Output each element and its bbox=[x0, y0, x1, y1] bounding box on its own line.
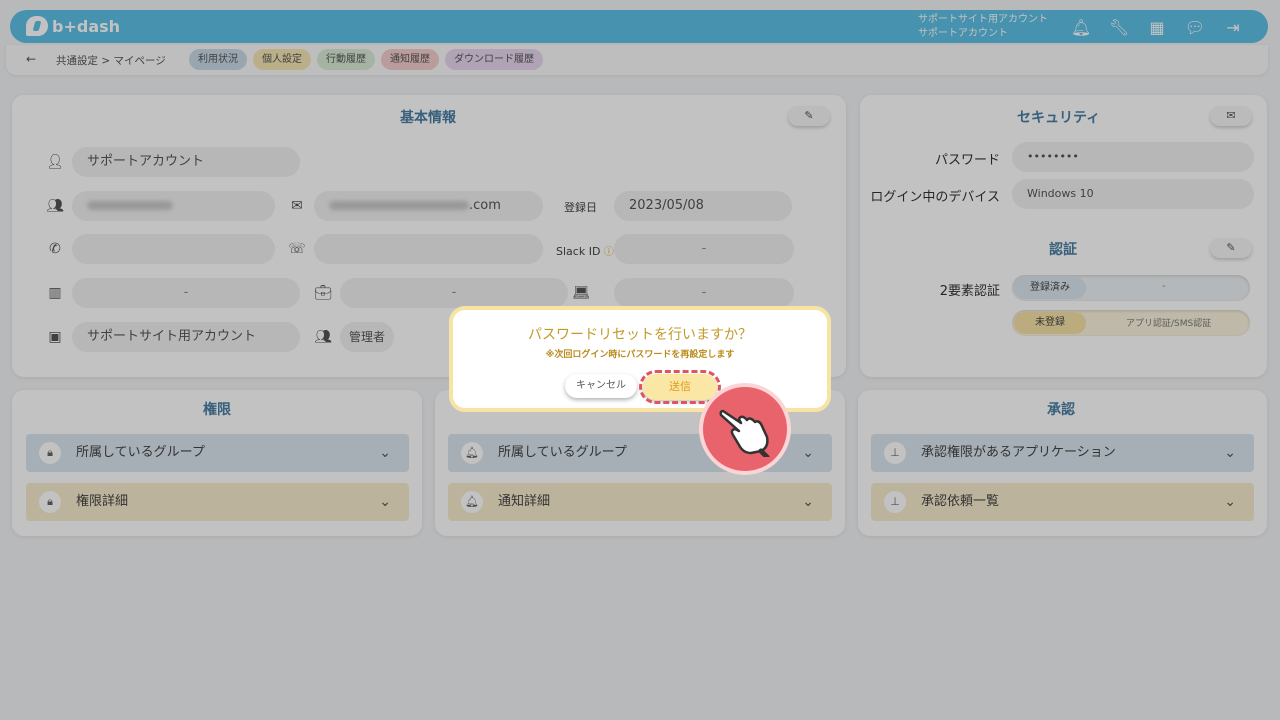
dialog-subtitle: ※次回ログイン時にパスワードを再設定します bbox=[545, 350, 735, 360]
cancel-button[interactable]: キャンセル bbox=[565, 374, 637, 398]
pointing-hand-icon bbox=[699, 383, 791, 475]
send-button[interactable]: 送信 bbox=[639, 370, 721, 404]
hand-graphic bbox=[719, 409, 770, 457]
dialog-title: パスワードリセットを行いますか？ bbox=[528, 327, 752, 343]
